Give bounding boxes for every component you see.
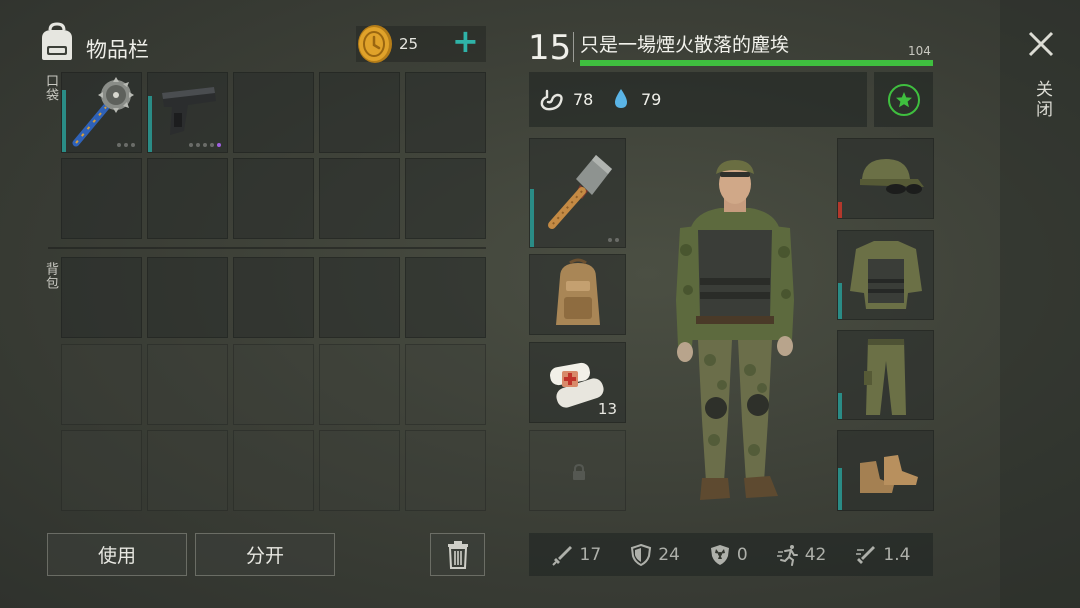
inventory-title: 物品栏	[86, 38, 149, 62]
pocket-slot-9[interactable]	[319, 158, 400, 239]
defense-value: 24	[658, 544, 680, 565]
running-icon	[776, 544, 798, 566]
player-name: 只是一場煙火散落的塵埃	[580, 34, 790, 56]
stats-bar: 17 24 0 42 1.4	[529, 533, 933, 576]
hunger-value: 78	[573, 90, 594, 109]
add-coins-button[interactable]: +	[452, 22, 479, 60]
vitals-panel: 78 79	[529, 72, 867, 127]
backpack-slot-1[interactable]	[61, 257, 142, 338]
hat-slot[interactable]	[837, 138, 934, 219]
boots-slot[interactable]	[837, 430, 934, 511]
backpack-slot-3[interactable]	[233, 257, 314, 338]
pocket-slot-7[interactable]	[147, 158, 228, 239]
sword-icon	[551, 545, 572, 566]
backpack-slot-locked	[233, 430, 314, 511]
pocket-slot-1[interactable]	[61, 72, 142, 153]
backpack-slot-locked	[61, 344, 142, 425]
attack-speed-value: 1.4	[883, 544, 911, 565]
backpack-slot-locked	[405, 430, 486, 511]
boots-icon	[860, 455, 918, 493]
pocket-slot-6[interactable]	[61, 158, 142, 239]
backpack-slot-locked	[405, 344, 486, 425]
backpack-slot-5[interactable]	[405, 257, 486, 338]
cleaver-icon	[548, 155, 612, 229]
coin-amount: 25	[399, 35, 419, 53]
defense-stat: 24	[630, 543, 680, 566]
use-button-label: 使用	[97, 545, 136, 567]
trash-icon	[447, 540, 468, 569]
speed-stat: 42	[776, 544, 827, 566]
backpack-slot-locked	[233, 344, 314, 425]
pocket-slot-3[interactable]	[233, 72, 314, 153]
close-icon[interactable]	[1027, 30, 1055, 58]
pocket-slot-5[interactable]	[405, 72, 486, 153]
shield-icon	[631, 543, 652, 566]
attack-speed-icon	[856, 545, 876, 564]
attack-stat: 17	[551, 544, 602, 566]
coin-icon	[358, 25, 392, 63]
pants-icon	[864, 339, 906, 415]
armor-slot[interactable]	[837, 230, 934, 320]
backpack-icon	[42, 22, 72, 60]
spiked-club-icon	[72, 77, 134, 147]
attack-speed-stat: 1.4	[855, 544, 910, 566]
bandage-count: 13	[597, 400, 617, 418]
backpack-slot-locked	[319, 344, 400, 425]
pocket-slot-10[interactable]	[405, 158, 486, 239]
pocket-slot-2[interactable]	[147, 72, 228, 153]
xp-bar-fill	[580, 60, 933, 66]
pants-slot[interactable]	[837, 330, 934, 420]
pocket-slot-4[interactable]	[319, 72, 400, 153]
backpack-slot-locked	[147, 344, 228, 425]
pocket-slot-8[interactable]	[233, 158, 314, 239]
backpack-slot-locked	[147, 430, 228, 511]
cap-icon	[860, 159, 924, 194]
close-label[interactable]: 关闭	[1030, 80, 1055, 120]
split-button-label: 分开	[245, 545, 284, 567]
section-divider	[48, 247, 486, 249]
use-button[interactable]: 使用	[47, 533, 187, 576]
level-separator	[573, 32, 574, 62]
speed-value: 42	[804, 544, 827, 565]
thirst-value: 79	[641, 90, 662, 109]
pistol-icon	[162, 87, 216, 135]
lock-icon	[573, 464, 585, 480]
pocket-label: 口袋	[43, 74, 58, 102]
backpack-slot-locked	[61, 430, 142, 511]
weapon-slot[interactable]	[529, 138, 626, 248]
star-badge-icon	[888, 84, 920, 116]
backpack-slot-locked	[319, 430, 400, 511]
water-drop-icon	[615, 89, 627, 108]
backpack-label: 背包	[43, 262, 58, 290]
radiation-value: 0	[736, 544, 748, 565]
backpack-equip-slot[interactable]	[529, 254, 626, 335]
xp-bar	[580, 60, 933, 66]
radiation-icon	[710, 544, 729, 565]
player-level: 15	[528, 28, 572, 68]
backpack-slot-2[interactable]	[147, 257, 228, 338]
character-model	[676, 160, 794, 500]
trash-button[interactable]	[430, 533, 485, 576]
xp-value: 104	[908, 44, 931, 58]
locked-equip-slot	[529, 430, 626, 511]
stomach-icon	[540, 89, 563, 111]
backpack-slot-4[interactable]	[319, 257, 400, 338]
radiation-stat: 0	[709, 544, 748, 566]
bandage-slot[interactable]: 13	[529, 342, 626, 423]
attack-value: 17	[579, 544, 602, 565]
coin-counter: 25 +	[356, 22, 486, 63]
backpack-item-icon	[556, 258, 600, 325]
buff-panel[interactable]	[874, 72, 933, 127]
armor-vest-icon	[850, 241, 922, 309]
split-button[interactable]: 分开	[195, 533, 335, 576]
close-panel[interactable]: 关闭	[1000, 0, 1080, 608]
